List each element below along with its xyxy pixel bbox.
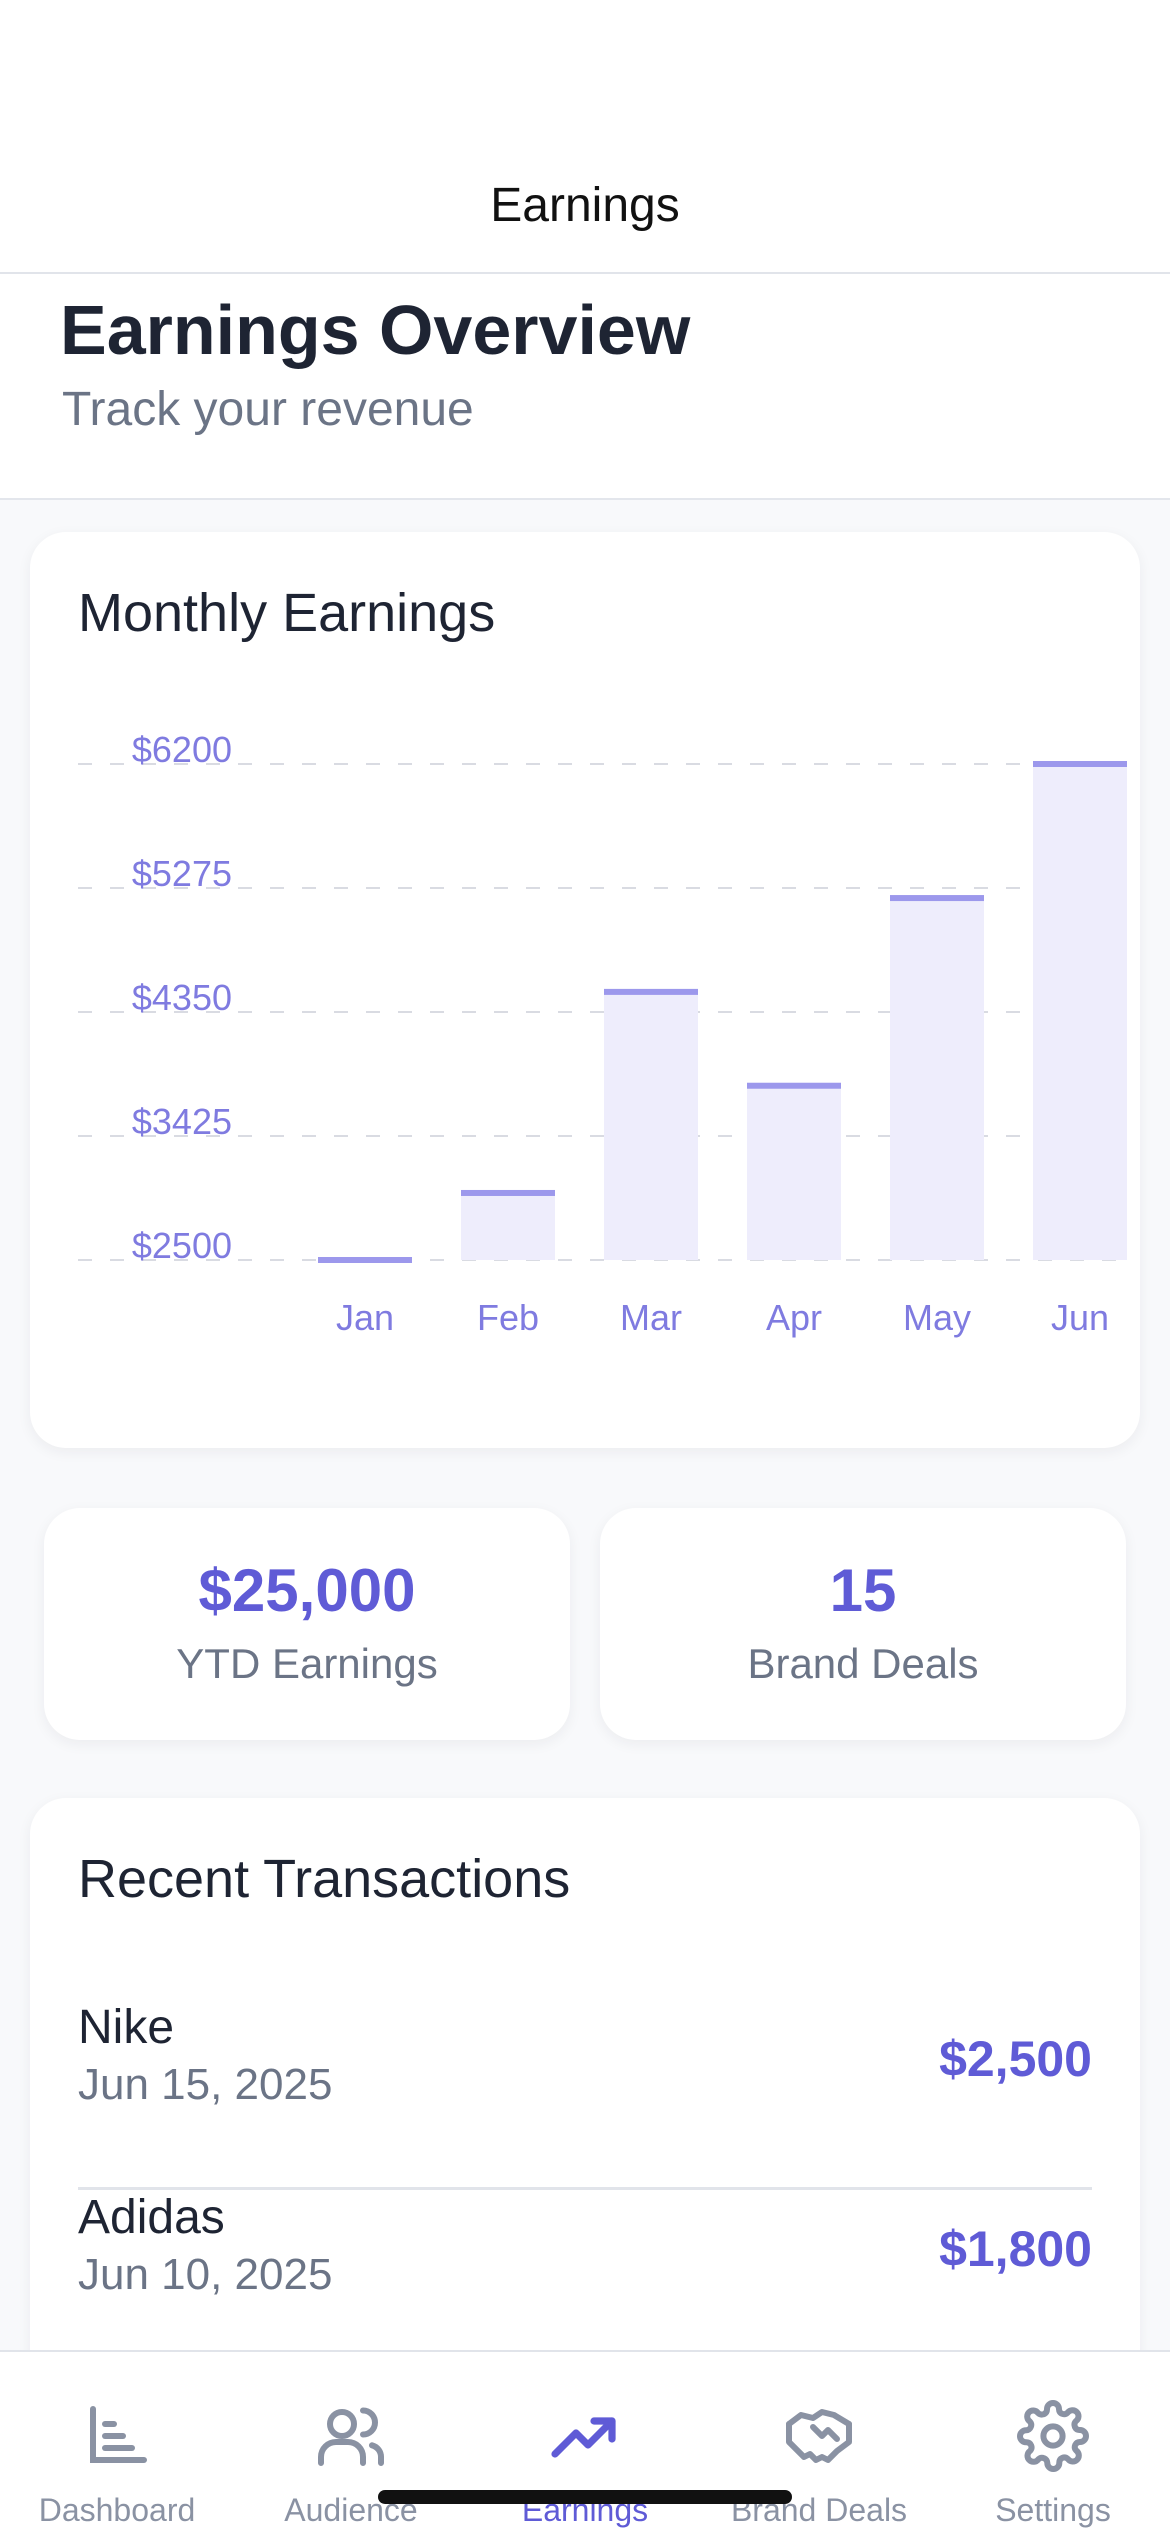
ytd-earnings-label: YTD Earnings [176,1640,438,1687]
y-tick-label: $4350 [132,977,232,1018]
handshake-icon [786,2409,852,2463]
ytd-earnings-value: $25,000 [198,1557,416,1624]
transaction-name: Nike [78,2001,175,2054]
status-bar-area [0,0,1170,140]
chart-title: Monthly Earnings [78,583,496,643]
home-indicator [378,2490,792,2504]
tab-label: Settings [995,2492,1111,2528]
tab-label: Dashboard [38,2492,196,2528]
tab-brand-deals[interactable]: Brand Deals [702,2352,936,2532]
page-subtitle: Track your revenue [62,383,474,436]
x-tick-label: Feb [477,1297,539,1338]
bar-cap [604,988,698,995]
bar-apr[interactable] [747,1085,841,1260]
nav-title: Earnings [490,179,680,232]
x-tick-label: Mar [620,1297,682,1338]
x-tick-label: Apr [766,1297,822,1338]
bar-cap [318,1257,412,1263]
x-tick-label: May [903,1297,971,1338]
bar-cap [747,1082,841,1089]
bar-cap [1033,761,1127,767]
bar-chart-icon [90,2406,147,2463]
brand-deals-label: Brand Deals [747,1640,979,1687]
gear-icon [1017,2400,1089,2472]
bar-mar[interactable] [604,991,698,1260]
ytd-earnings-card: $25,000 YTD Earnings [44,1508,570,1740]
users-icon [318,2407,385,2466]
transactions-title: Recent Transactions [78,1849,571,1909]
bar-may[interactable] [890,898,984,1260]
bar-jun[interactable] [1033,764,1127,1260]
y-tick-label: $6200 [132,729,232,770]
earnings-bar-chart: $2500 $3425 $4350 $5275 $6200 Jan Feb Mar Apr May… [78,729,1132,1338]
page-title: Earnings Overview [60,291,691,369]
bar-cap [461,1189,555,1196]
bar-cap [890,895,984,902]
transaction-date: Jun 10, 2025 [78,2250,333,2299]
tab-dashboard[interactable]: Dashboard [0,2352,234,2532]
transaction-row[interactable]: Nike Jun 15, 2025 $2,500 [78,2000,1092,2190]
y-tick-label: $3425 [132,1101,232,1142]
transaction-date: Jun 15, 2025 [78,2060,333,2109]
tab-settings[interactable]: Settings [936,2352,1170,2532]
brand-deals-value: 15 [829,1557,897,1624]
transaction-amount: $1,800 [939,2221,1092,2277]
transaction-amount: $2,500 [939,2031,1092,2087]
tab-bar: Dashboard Audience Earnings Brand Deals … [0,2350,1170,2532]
trending-up-icon [551,2417,616,2458]
y-tick-label: $2500 [132,1225,232,1266]
x-tick-label: Jun [1051,1297,1109,1338]
tab-audience[interactable]: Audience [234,2352,468,2532]
y-tick-label: $5275 [132,853,232,894]
tab-earnings[interactable]: Earnings [468,2352,702,2532]
brand-deals-card: 15 Brand Deals [600,1508,1126,1740]
bar-feb[interactable] [461,1192,555,1260]
x-tick-label: Jan [336,1297,394,1338]
transaction-name: Adidas [78,2191,225,2244]
